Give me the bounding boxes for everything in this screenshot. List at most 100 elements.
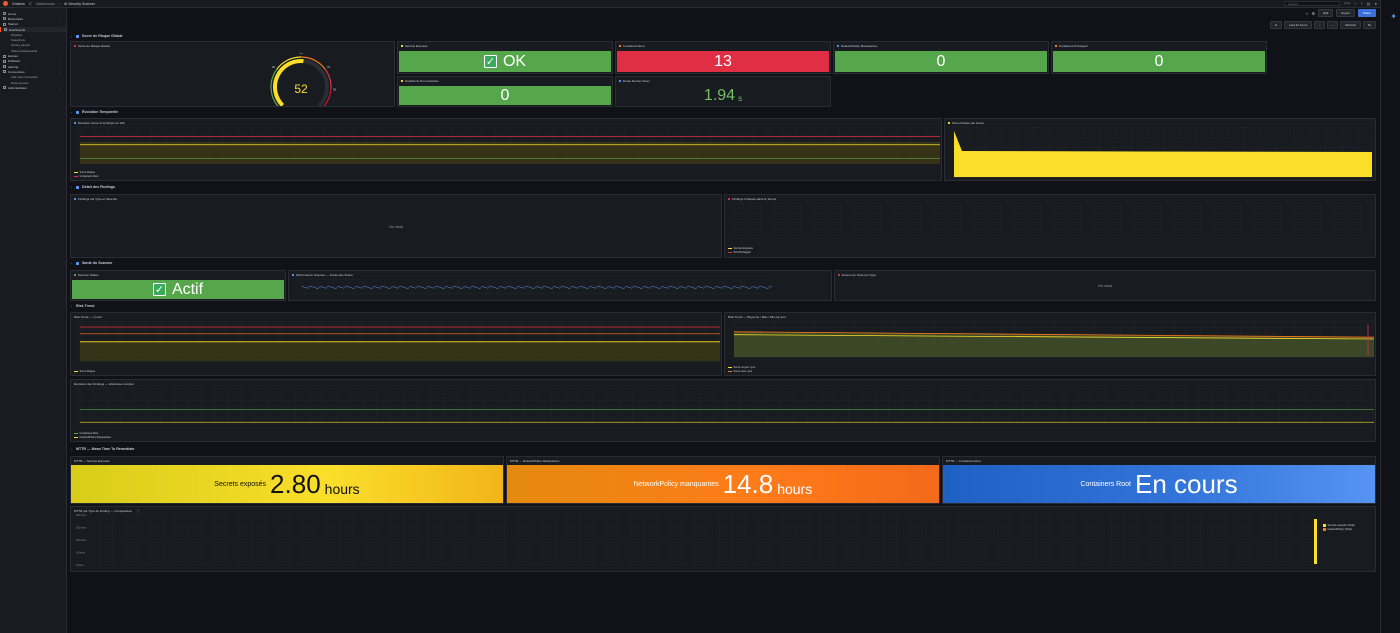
- info-icon[interactable]: ⓘ: [137, 509, 140, 513]
- panel-title: Score de Risque Global: [77, 44, 110, 48]
- assistant-sparkle-icon[interactable]: ✦: [1390, 12, 1397, 21]
- sidebar-item-label: Administration: [8, 85, 28, 90]
- legend-item[interactable]: Score Risque: [74, 171, 95, 174]
- share-button[interactable]: Share: [1357, 9, 1376, 17]
- legend-item[interactable]: Score Risque: [74, 370, 95, 373]
- risk-per-hour-panel[interactable]: Score Risque par Heure: [944, 118, 1376, 181]
- panel-title: Secrets Exposés: [404, 44, 428, 48]
- chevron-down-icon[interactable]: ⌄: [59, 65, 62, 69]
- plus-icon[interactable]: +: [1354, 1, 1356, 6]
- dock-menu-icon[interactable]: ⊏: [29, 1, 32, 6]
- breadcrumb-current[interactable]: AI Security Scanner: [64, 2, 95, 6]
- shortcut-hint: ctrl+k: [1344, 2, 1351, 5]
- legend-item[interactable]: Containers Root: [74, 432, 98, 435]
- refresh-interval-select[interactable]: 5s: [1362, 20, 1376, 29]
- findings-type-panel[interactable]: Findings par Type et Sévérité No data: [70, 194, 722, 258]
- avatar[interactable]: ●: [1375, 1, 1377, 6]
- shift-back-button[interactable]: ‹: [1314, 20, 1326, 29]
- mttr-root-panel[interactable]: MTTR — Containers Root Containers Root E…: [942, 456, 1376, 504]
- edit-button[interactable]: Edit: [1318, 9, 1334, 17]
- sidebar-item-label: Connections: [8, 69, 25, 74]
- netpol-value: 0: [936, 52, 946, 70]
- search-input[interactable]: Search...: [1284, 1, 1341, 6]
- risk-gauge: 03050708510052: [270, 53, 336, 106]
- section-title: Risk Trend: [76, 304, 95, 308]
- section-icon: [76, 110, 80, 114]
- legend-item[interactable]: NetworkPolicy (Total): [1323, 528, 1352, 531]
- legend-item[interactable]: Secrets exposés (Total): [1323, 524, 1355, 527]
- legend-item[interactable]: Score moyen / jour: [728, 366, 755, 369]
- chevron-down-icon[interactable]: ⌄: [59, 59, 62, 63]
- sidebar-item-label: Explore: [8, 54, 19, 59]
- nodeports-panel[interactable]: NodePorts Non Autorisés 0: [397, 76, 613, 107]
- critical-time-panel[interactable]: Findings Critiques dans le Temps Secrets…: [724, 194, 1376, 258]
- section-title: Détail des Findings: [82, 185, 115, 189]
- no-data-text: No data: [388, 223, 403, 229]
- plug-icon: [401, 79, 404, 83]
- section-evolution[interactable]: ⌄ Évolution Temporelle: [70, 109, 118, 115]
- secrets-panel[interactable]: Secrets Exposés ✓ OK: [397, 41, 613, 74]
- time-range-picker[interactable]: Last 24 hours: [1284, 20, 1313, 29]
- section-risk[interactable]: ⌄ Risk Trend: [70, 303, 94, 309]
- section-title: Santé du Scanner: [82, 261, 113, 265]
- shift-fwd-button[interactable]: ›: [1327, 20, 1339, 29]
- legend-item[interactable]: NetworkPolicy Manquantes: [74, 436, 111, 439]
- duration-value: 1.94: [703, 87, 736, 104]
- section-icon: [76, 34, 80, 38]
- mttr-unit: hours: [324, 481, 360, 497]
- panel-title: Évolution Score & Findings sur 24h: [77, 121, 125, 125]
- scanner-perf-panel[interactable]: Performance Scanner — Durée des Scans: [288, 270, 832, 301]
- section-findings[interactable]: ⌄ Détail des Findings: [70, 184, 115, 190]
- duration-panel[interactable]: Durée Dernier Scan 1.94 s: [615, 76, 831, 107]
- legend-item[interactable]: Containers Root: [74, 175, 98, 178]
- chevron-down-icon[interactable]: ⌄: [59, 86, 62, 90]
- star-icon[interactable]: ☆: [1305, 11, 1309, 16]
- section-score[interactable]: ⌄ Score de Risque Global: [70, 33, 122, 39]
- findings-history-panel[interactable]: Évolution des Findings — Historique comp…: [70, 379, 1376, 442]
- containers-root-panel[interactable]: Containers Root 13: [615, 41, 831, 74]
- netpol-panel[interactable]: NetworkPolicy Manquantes 0: [833, 41, 1049, 74]
- settings-icon[interactable]: ⚙: [1312, 11, 1316, 16]
- mttr-netpol-panel[interactable]: MTTR — NetworkPolicy Manquantes NetworkP…: [506, 456, 940, 504]
- scan-errors-panel[interactable]: Erreurs de Scan par Type No data: [834, 270, 1376, 301]
- legend-item[interactable]: Score max / jour: [728, 370, 752, 373]
- refresh-button[interactable]: Refresh: [1340, 20, 1361, 29]
- section-mttr[interactable]: ⌄ MTTR — Mean Time To Remediate: [70, 446, 134, 452]
- news-icon[interactable]: ▤: [1367, 1, 1371, 6]
- legend-item[interactable]: SCCPrivileged: [728, 251, 750, 254]
- privileged-panel[interactable]: Containers Privileged 0: [1051, 41, 1267, 74]
- section-scanner[interactable]: ⌄ Santé du Scanner: [70, 260, 112, 266]
- mttr-bar-secrets: [1314, 519, 1317, 564]
- chevron-down-icon[interactable]: ⌄: [59, 17, 62, 21]
- risk-7d-panel[interactable]: Risk Trend — 7 jours Score Risque: [70, 312, 722, 376]
- gauge-tick-label: 30: [272, 65, 276, 69]
- scanner-status-panel[interactable]: Scanner Status ✓ Actif: [70, 270, 286, 301]
- mttr-secrets-panel[interactable]: MTTR — Secrets Exposés Secrets exposés 2…: [70, 456, 504, 504]
- risk-daily-panel[interactable]: Risk Trend — Moyenne / Max / Min par jou…: [724, 312, 1376, 376]
- help-icon[interactable]: ?: [1361, 1, 1363, 6]
- panel-title: Évolution des Findings — Historique comp…: [74, 382, 134, 386]
- panel-title: MTTR par Type de Finding — Comparaison: [74, 509, 133, 513]
- export-button[interactable]: Export: [1336, 9, 1355, 17]
- dashboard-toolbar: ☆ ⚙ Edit Export Share: [67, 9, 1380, 17]
- legend-item[interactable]: Secrets Exposés: [728, 247, 753, 250]
- section-title: Score de Risque Global: [82, 34, 123, 38]
- panel-title: NetworkPolicy Manquantes: [840, 44, 878, 48]
- section-title: MTTR — Mean Time To Remediate: [76, 447, 135, 451]
- y-tick-label: 200 hours: [76, 514, 87, 517]
- mttr-compare-panel[interactable]: MTTR par Type de Finding — Comparaison ⓘ …: [70, 506, 1376, 572]
- breadcrumb-dashboards[interactable]: Dashboards: [36, 2, 55, 6]
- top-bar: Grafana ⊏ Dashboards › AI Security Scann…: [0, 0, 1380, 8]
- secrets-value: OK: [502, 52, 527, 70]
- findings-history-chart: [79, 388, 1374, 425]
- chevron-down-icon[interactable]: ⌄: [59, 70, 62, 74]
- gauge-panel[interactable]: Score de Risque Global 03050708510052: [70, 41, 395, 107]
- nav-icon: [3, 65, 6, 69]
- zoom-out-button[interactable]: ⊖: [1269, 20, 1283, 29]
- warning-icon: [619, 44, 622, 48]
- y-tick-label: 150 hours: [76, 527, 87, 530]
- grafana-logo-icon[interactable]: [3, 1, 8, 6]
- chevron-down-icon[interactable]: ⌄: [59, 28, 62, 32]
- sidebar-item-administration[interactable]: Administration ⌄: [0, 85, 66, 90]
- evolution-panel[interactable]: Évolution Score & Findings sur 24h Score…: [70, 118, 942, 181]
